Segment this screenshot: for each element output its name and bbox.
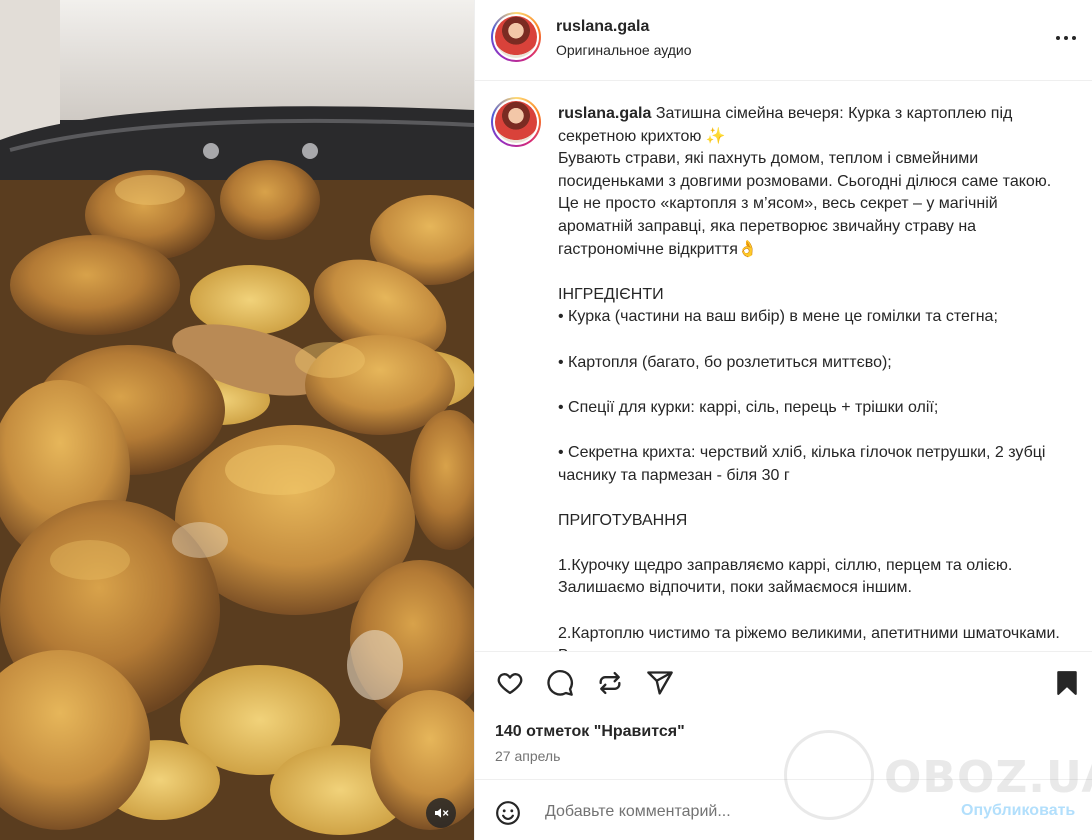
post-actions: 140 отметок "Нравится" 27 апрель Опублик… [475,651,1092,840]
share-icon [647,671,673,695]
save-button[interactable] [1052,668,1082,698]
ingredient-item: • Картопля (багато, бо розлетиться миттє… [558,353,892,371]
ingredient-item: • Секретна крихта: черствий хліб, кілька… [558,443,1046,484]
comment-input[interactable] [545,800,925,824]
method-step: 1.Курочку щедро заправляємо каррі, сіллю… [558,556,1013,597]
mute-button[interactable] [426,798,456,828]
caption-username[interactable]: ruslana.gala [558,105,651,122]
post-date[interactable]: 27 апрель [495,748,560,764]
ingredient-item: • Курка (частини на ваш вибір) в мене це… [558,308,998,326]
method-heading: ПРИГОТУВАННЯ [558,511,688,529]
muted-speaker-icon [435,808,449,818]
repost-button[interactable] [595,668,625,698]
audio-link[interactable]: Оригинальное аудио [556,42,692,58]
post-media[interactable] [0,0,474,840]
ingredients-heading: ІНГРЕДІЄНТИ [558,285,664,303]
publish-button[interactable]: Опубликовать [961,802,1075,820]
emoji-button[interactable] [493,798,523,828]
comment-button[interactable] [545,668,575,698]
more-dot-icon [1064,36,1068,40]
author-avatar[interactable] [491,12,541,62]
ingredient-item: • Спеції для курки: каррі, сіль, перець … [558,398,939,416]
emoji-icon [496,801,520,825]
comment-icon [547,670,573,696]
more-dot-icon [1056,36,1060,40]
author-username[interactable]: ruslana.gala [556,18,649,36]
caption-area: ruslana.gala Затишна сімейна вечеря: Кур… [475,81,1092,651]
bookmark-icon [1057,671,1077,695]
like-button[interactable] [495,668,525,698]
post-panel: ruslana.gala Оригинальное аудио ruslana.… [474,0,1092,840]
comment-bar: Опубликовать [475,779,1092,840]
post-caption: ruslana.gala Затишна сімейна вечеря: Кур… [558,103,1068,651]
heart-icon [497,673,523,695]
share-button[interactable] [645,668,675,698]
likes-count[interactable]: 140 отметок "Нравится" [495,723,685,741]
caption-avatar[interactable] [491,97,541,147]
method-step: 2.Картоплю чистимо та ріжемо великими, а… [558,624,1060,651]
food-photo [0,0,474,840]
post-header: ruslana.gala Оригинальное аудио [475,0,1092,81]
more-options-button[interactable] [1051,26,1081,50]
more-dot-icon [1072,36,1076,40]
repost-icon [599,671,621,695]
caption-paragraph: Бувають страви, які пахнуть домом, тепло… [558,150,1052,258]
